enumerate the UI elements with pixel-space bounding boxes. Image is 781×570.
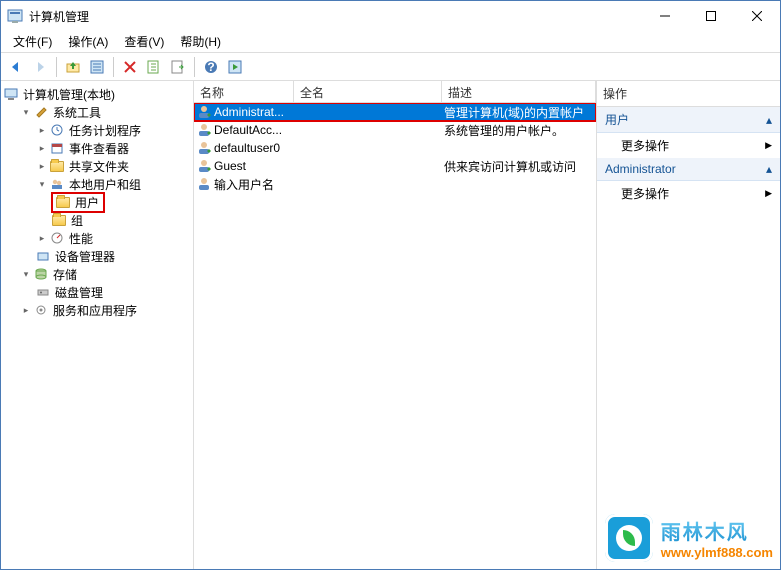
action-button[interactable] bbox=[224, 56, 246, 78]
tree-performance[interactable]: ▸性能 bbox=[35, 229, 191, 247]
shared-folder-icon bbox=[49, 158, 65, 174]
window-title: 计算机管理 bbox=[29, 8, 642, 25]
back-button[interactable] bbox=[5, 56, 27, 78]
watermark: 雨林木风 www.ylmf888.com bbox=[605, 514, 773, 562]
user-icon bbox=[196, 104, 212, 120]
storage-icon bbox=[33, 266, 49, 282]
expander-icon[interactable]: ▸ bbox=[35, 143, 49, 154]
disk-icon bbox=[35, 284, 51, 300]
close-button[interactable] bbox=[734, 1, 780, 31]
list-row-custom-user[interactable]: 输入用户名 bbox=[194, 175, 596, 193]
actions-section-users[interactable]: 用户 ▴ bbox=[597, 107, 780, 133]
toolbar-separator bbox=[56, 57, 57, 77]
computer-management-window: 计算机管理 文件(F) 操作(A) 查看(V) 帮助(H) ? bbox=[0, 0, 781, 570]
menu-help[interactable]: 帮助(H) bbox=[172, 31, 229, 52]
services-icon bbox=[33, 302, 49, 318]
tree-users[interactable]: 用户 bbox=[51, 193, 191, 211]
tree-event-viewer[interactable]: ▸事件查看器 bbox=[35, 139, 191, 157]
list-body[interactable]: Administrat... 管理计算机(域)的内置帐户 DefaultAcc.… bbox=[194, 103, 596, 569]
submenu-icon: ▶ bbox=[765, 188, 772, 199]
tools-icon bbox=[33, 104, 49, 120]
event-icon bbox=[49, 140, 65, 156]
highlight-box: 用户 bbox=[51, 192, 105, 213]
minimize-button[interactable] bbox=[642, 1, 688, 31]
tree-groups[interactable]: 组 bbox=[51, 211, 191, 229]
svg-text:?: ? bbox=[207, 60, 214, 74]
computer-icon bbox=[3, 86, 19, 102]
users-group-icon bbox=[49, 176, 65, 192]
expander-icon[interactable]: ▾ bbox=[35, 179, 49, 190]
watermark-text: 雨林木风 www.ylmf888.com bbox=[661, 516, 773, 560]
app-icon bbox=[7, 8, 23, 24]
tree-root[interactable]: 计算机管理(本地) bbox=[3, 85, 191, 103]
col-desc[interactable]: 描述 bbox=[442, 81, 596, 102]
watermark-logo-icon bbox=[605, 514, 653, 562]
submenu-icon: ▶ bbox=[765, 140, 772, 151]
maximize-button[interactable] bbox=[688, 1, 734, 31]
tree-shared-folders[interactable]: ▸共享文件夹 bbox=[35, 157, 191, 175]
list-pane: 名称 全名 描述 Administrat... 管理计算机(域)的内置帐户 De… bbox=[194, 81, 597, 569]
list-row-guest[interactable]: Guest 供来宾访问计算机或访问 bbox=[194, 157, 596, 175]
tree-pane[interactable]: 计算机管理(本地) ▾ 系统工具 ▸任务计划程序 bbox=[1, 81, 194, 569]
up-folder-button[interactable] bbox=[62, 56, 84, 78]
clock-icon bbox=[49, 122, 65, 138]
menubar: 文件(F) 操作(A) 查看(V) 帮助(H) bbox=[1, 31, 780, 53]
titlebar: 计算机管理 bbox=[1, 1, 780, 31]
expander-icon[interactable]: ▾ bbox=[19, 269, 33, 280]
actions-more-admin[interactable]: 更多操作 ▶ bbox=[597, 181, 780, 206]
list-row-defaultaccount[interactable]: DefaultAcc... 系统管理的用户帐户。 bbox=[194, 121, 596, 139]
toolbar-separator bbox=[113, 57, 114, 77]
tree-disk-management[interactable]: 磁盘管理 bbox=[35, 283, 191, 301]
actions-pane: 操作 用户 ▴ 更多操作 ▶ Administrator ▴ 更多操作 ▶ bbox=[597, 81, 780, 569]
export-button[interactable] bbox=[167, 56, 189, 78]
tree-task-scheduler[interactable]: ▸任务计划程序 bbox=[35, 121, 191, 139]
help-button[interactable]: ? bbox=[200, 56, 222, 78]
expander-icon[interactable]: ▸ bbox=[35, 233, 49, 244]
tree-local-users-groups[interactable]: ▾本地用户和组 bbox=[35, 175, 191, 193]
menu-file[interactable]: 文件(F) bbox=[5, 31, 60, 52]
actions-section-admin[interactable]: Administrator ▴ bbox=[597, 158, 780, 181]
properties-button[interactable] bbox=[86, 56, 108, 78]
list-row-administrator[interactable]: Administrat... 管理计算机(域)的内置帐户 bbox=[194, 103, 596, 121]
tree-storage[interactable]: ▾存储 bbox=[19, 265, 191, 283]
device-icon bbox=[35, 248, 51, 264]
content-area: 计算机管理(本地) ▾ 系统工具 ▸任务计划程序 bbox=[1, 81, 780, 569]
expander-icon[interactable]: ▾ bbox=[19, 107, 33, 118]
menu-view[interactable]: 查看(V) bbox=[116, 31, 172, 52]
forward-button[interactable] bbox=[29, 56, 51, 78]
folder-icon bbox=[55, 194, 71, 210]
tree-system-tools[interactable]: ▾ 系统工具 bbox=[19, 103, 191, 121]
list-row-defaultuser0[interactable]: defaultuser0 bbox=[194, 139, 596, 157]
actions-title: 操作 bbox=[597, 81, 780, 107]
user-icon bbox=[196, 122, 212, 138]
user-icon bbox=[196, 158, 212, 174]
window-controls bbox=[642, 1, 780, 31]
performance-icon bbox=[49, 230, 65, 246]
delete-button[interactable] bbox=[119, 56, 141, 78]
collapse-icon: ▴ bbox=[766, 113, 772, 127]
user-icon bbox=[196, 140, 212, 156]
col-fullname[interactable]: 全名 bbox=[294, 81, 442, 102]
refresh-button[interactable] bbox=[143, 56, 165, 78]
folder-icon bbox=[51, 212, 67, 228]
actions-more-users[interactable]: 更多操作 ▶ bbox=[597, 133, 780, 158]
expander-icon[interactable]: ▸ bbox=[35, 161, 49, 172]
expander-icon[interactable]: ▸ bbox=[35, 125, 49, 136]
toolbar: ? bbox=[1, 53, 780, 81]
tree-services-apps[interactable]: ▸服务和应用程序 bbox=[19, 301, 191, 319]
toolbar-separator bbox=[194, 57, 195, 77]
list-header: 名称 全名 描述 bbox=[194, 81, 596, 103]
expander-icon[interactable]: ▸ bbox=[19, 305, 33, 316]
col-name[interactable]: 名称 bbox=[194, 81, 294, 102]
user-icon bbox=[196, 176, 212, 192]
menu-action[interactable]: 操作(A) bbox=[60, 31, 116, 52]
collapse-icon: ▴ bbox=[766, 162, 772, 176]
tree-device-manager[interactable]: 设备管理器 bbox=[35, 247, 191, 265]
